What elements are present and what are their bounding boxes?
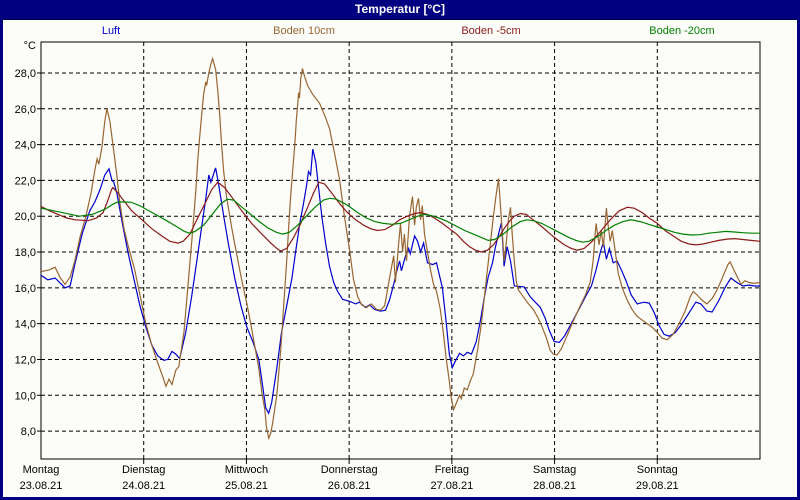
temperature-chart: 8,0 10,0 12,0 14,0 16,0 18,0 20,0 22,0 24,0 26,0 2…: [15, 40, 761, 492]
date-label: 26.08.21: [328, 480, 371, 492]
date-label: 25.08.21: [225, 480, 268, 492]
y-axis-label: 12,0: [15, 354, 36, 366]
date-label: 27.08.21: [430, 480, 473, 492]
y-axis-label: 16,0: [15, 283, 36, 295]
y-axis-unit-label: °C: [24, 40, 36, 52]
y-axis-label: 8,0: [21, 426, 36, 438]
y-axis-label: 20,0: [15, 211, 36, 223]
date-label: 29.08.21: [636, 480, 679, 492]
plot-frame: [40, 41, 761, 460]
window-border-left: [0, 19, 3, 500]
legend-item-boden-10cm: Boden 10cm: [273, 25, 335, 37]
window-title-bar: Temperatur [°C]: [0, 0, 800, 20]
y-axis-label: 10,0: [15, 390, 36, 402]
y-axis-label: 28,0: [15, 68, 36, 80]
series-line-boden-5cm: [40, 181, 761, 253]
day-name-label: Mittwoch: [225, 464, 268, 476]
date-label: 23.08.21: [20, 480, 63, 492]
date-label: 24.08.21: [122, 480, 165, 492]
day-name-label: Sonntag: [637, 464, 678, 476]
legend-item-luft: Luft: [101, 25, 121, 37]
y-axis-label: 18,0: [15, 247, 36, 259]
window-title: Temperatur [°C]: [355, 2, 445, 16]
y-axis-label: 14,0: [15, 319, 36, 331]
y-axis-label: 22,0: [15, 175, 36, 187]
chart-legend: Luft Boden 10cm Boden -5cm Boden -20cm: [0, 25, 800, 39]
day-name-label: Dienstag: [122, 464, 165, 476]
y-axis-label: 26,0: [15, 104, 36, 116]
day-name-label: Samstag: [533, 464, 576, 476]
series-line-boden-10cm: [40, 56, 761, 441]
day-name-label: Freitag: [435, 464, 469, 476]
y-axis-label: 24,0: [15, 140, 36, 152]
date-label: 28.08.21: [533, 480, 576, 492]
weather-chart-window: 8,0 10,0 12,0 14,0 16,0 18,0 20,0 22,0 24,0 26,0 2…: [0, 0, 800, 500]
legend-item-boden-5cm: Boden -5cm: [461, 25, 521, 37]
day-name-label: Montag: [23, 464, 60, 476]
day-name-label: Donnerstag: [321, 464, 378, 476]
legend-item-boden-20cm: Boden -20cm: [649, 25, 715, 37]
series-line-luft: [40, 148, 760, 415]
